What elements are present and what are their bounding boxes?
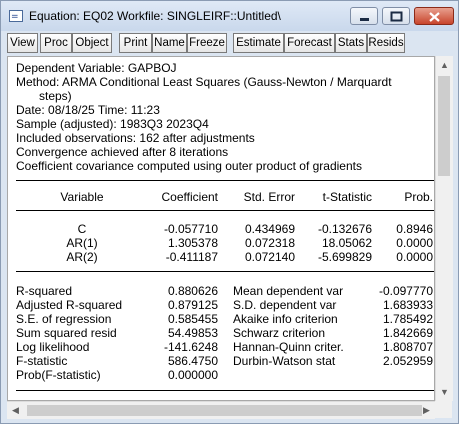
date-line: Date: 08/18/25 Time: 11:23 <box>16 103 160 117</box>
observations-line: Included observations: 162 after adjustm… <box>16 131 255 145</box>
equation-icon: = <box>9 9 23 23</box>
stats-button[interactable]: Stats <box>335 33 367 53</box>
name-button[interactable]: Name <box>152 33 187 53</box>
window-title: Equation: EQ02 Workfile: SINGLEIRF::Unti… <box>29 9 281 23</box>
minimize-button[interactable] <box>350 7 378 25</box>
view-button[interactable]: View <box>7 33 38 53</box>
col-header-variable: Variable <box>60 190 104 204</box>
toolbar: View Proc Object Print Name Freeze Estim… <box>7 33 453 53</box>
col-header-prob: Prob. <box>404 190 433 204</box>
dependent-variable: Dependent Variable: GAPBOJ <box>16 61 177 75</box>
close-icon <box>429 12 440 22</box>
estimation-output[interactable]: Dependent Variable: GAPBOJ Method: ARMA … <box>7 56 435 401</box>
col-header-coefficient: Coefficient <box>161 190 218 204</box>
freeze-button[interactable]: Freeze <box>187 33 227 53</box>
object-button[interactable]: Object <box>72 33 112 53</box>
maximize-icon <box>390 11 403 22</box>
scrollbar-corner <box>435 401 452 418</box>
estimate-button[interactable]: Estimate <box>233 33 284 53</box>
title-bar[interactable]: = Equation: EQ02 Workfile: SINGLEIRF::Un… <box>1 1 458 31</box>
svg-text:=: = <box>11 13 19 23</box>
print-button[interactable]: Print <box>119 33 152 53</box>
convergence-line: Convergence achieved after 8 iterations <box>16 145 229 159</box>
forecast-button[interactable]: Forecast <box>284 33 335 53</box>
table-top-rule <box>16 180 434 181</box>
resids-button[interactable]: Resids <box>367 33 405 53</box>
table-bottom-rule <box>16 390 434 391</box>
method-line: Method: ARMA Conditional Least Squares (… <box>16 75 392 89</box>
covariance-line: Coefficient covariance computed using ou… <box>16 159 362 173</box>
method-line-cont: steps) <box>39 89 72 103</box>
col-header-t-statistic: t-Statistic <box>322 190 372 204</box>
scroll-up-icon[interactable]: ▲ <box>440 60 449 70</box>
scroll-left-icon[interactable]: ◀ <box>12 405 19 415</box>
close-button[interactable] <box>414 7 454 25</box>
equation-window: = Equation: EQ02 Workfile: SINGLEIRF::Un… <box>0 0 459 424</box>
horizontal-scrollbar[interactable]: ◀ ▶ <box>7 401 435 419</box>
maximize-button[interactable] <box>382 7 410 25</box>
table-header-rule <box>16 210 434 211</box>
vertical-scrollbar[interactable]: ▲ ▼ <box>435 56 453 401</box>
vertical-scroll-thumb[interactable] <box>438 76 450 176</box>
horizontal-scroll-thumb[interactable] <box>27 405 422 416</box>
minimize-icon <box>360 18 369 21</box>
col-header-std-error: Std. Error <box>243 190 295 204</box>
scroll-right-icon[interactable]: ▶ <box>423 405 430 415</box>
scroll-down-icon[interactable]: ▼ <box>440 387 449 397</box>
sample-line: Sample (adjusted): 1983Q3 2023Q4 <box>16 117 209 131</box>
table-mid-rule <box>16 271 434 272</box>
proc-button[interactable]: Proc <box>40 33 72 53</box>
